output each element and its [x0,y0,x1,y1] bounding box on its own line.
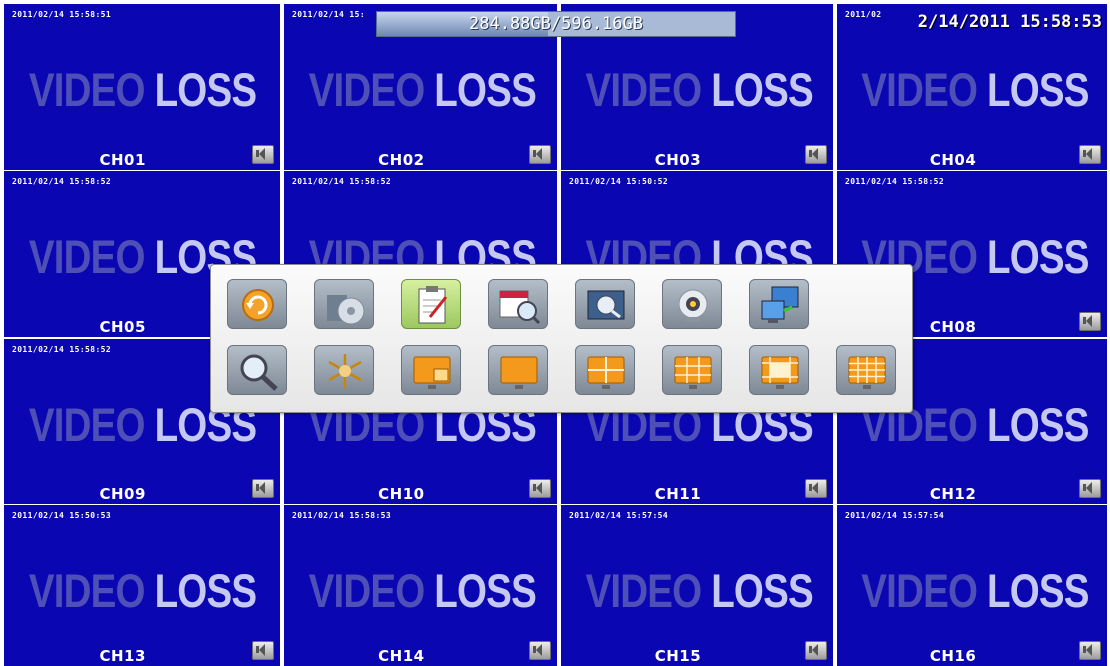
quad-layout-button[interactable] [575,345,635,395]
channel-name: CH01 [99,151,146,169]
channel-tile-ch13[interactable]: 2011/02/14 15:50:53 VIDEO LOSS CH13 [4,505,280,666]
backup-disc-icon [327,295,365,325]
channel-timestamp: 2011/02/14 15:57:54 [569,511,669,520]
speaker-icon[interactable] [1079,312,1101,331]
pip-layout-icon [413,356,451,389]
speaker-icon[interactable] [805,145,827,164]
channel-timestamp: 2011/02/14 15:58:52 [12,177,112,186]
channel-name: CH10 [378,485,425,503]
quick-menu-panel [210,264,913,413]
channel-timestamp: 2011/02/14 15:58:53 [292,511,392,520]
single-layout-icon [500,356,538,389]
channel-timestamp: 2011/02/14 15:58:52 [845,177,945,186]
channel-tile-ch14[interactable]: 2011/02/14 15:58:53 VIDEO LOSS CH14 [284,505,557,666]
channel-timestamp: 2011/02/14 15:50:52 [569,177,669,186]
quad-layout-icon [587,356,625,389]
playback-button[interactable] [227,279,287,329]
speaker-icon[interactable] [1079,641,1101,660]
camera-setup-button[interactable] [662,279,722,329]
channel-name: CH13 [99,647,146,665]
video-loss-label: VIDEO LOSS [861,63,1089,116]
channel-name: CH04 [929,151,977,169]
playback-icon [242,289,274,321]
freeze-button[interactable] [314,345,374,395]
speaker-icon[interactable] [529,479,551,498]
channel-timestamp: 2011/02/14 15:50:53 [12,511,112,520]
system-info-button[interactable] [575,279,635,329]
event-log-icon [418,286,448,324]
nine-layout-button[interactable] [662,345,722,395]
video-loss-label: VIDEO LOSS [308,564,537,617]
video-loss-label: VIDEO LOSS [308,63,537,116]
video-loss-label: VIDEO LOSS [585,564,813,617]
channel-tile-ch01[interactable]: 2011/02/14 15:58:51 VIDEO LOSS CH01 [4,4,280,170]
network-button[interactable] [749,279,809,329]
search-zoom-button[interactable] [227,345,287,395]
speaker-icon[interactable] [1079,479,1101,498]
twelve-layout-button[interactable] [749,345,809,395]
speaker-icon[interactable] [805,479,827,498]
speaker-icon[interactable] [529,145,551,164]
speaker-icon[interactable] [805,641,827,660]
hdd-usage-text: 284.88GB/596.16GB [469,14,643,34]
channel-timestamp: 2011/02/14 15:58:51 [12,10,112,19]
video-loss-label: VIDEO LOSS [28,564,257,617]
channel-name: CH16 [929,647,977,665]
pip-layout-button[interactable] [401,345,461,395]
speaker-icon[interactable] [252,479,274,498]
nine-layout-icon [674,356,712,389]
video-loss-label: VIDEO LOSS [585,63,813,116]
speaker-icon[interactable] [1079,145,1101,164]
channel-name: CH14 [378,647,425,665]
system-info-icon [587,290,625,320]
channel-timestamp: 2011/02/14 15:58:52 [12,345,112,354]
channel-timestamp: 2011/02/14 15:57:54 [845,511,945,520]
system-clock: 2/14/2011 15:58:53 [917,12,1102,32]
channel-name: CH03 [654,151,702,169]
channel-name: CH09 [99,485,146,503]
channel-timestamp: 2011/02 [845,10,882,19]
network-icon [761,286,799,323]
speaker-icon[interactable] [529,641,551,660]
twelve-layout-icon [761,356,799,389]
channel-name: CH02 [378,151,425,169]
channel-tile-ch15[interactable]: 2011/02/14 15:57:54 VIDEO LOSS CH15 [561,505,833,666]
event-log-button[interactable] [401,279,461,329]
backup-disc-button[interactable] [314,279,374,329]
search-calendar-icon [499,290,541,325]
sixteen-layout-button[interactable] [836,345,896,395]
speaker-icon[interactable] [252,145,274,164]
video-loss-label: VIDEO LOSS [861,564,1089,617]
channel-tile-ch16[interactable]: 2011/02/14 15:57:54 VIDEO LOSS CH16 [837,505,1107,666]
sixteen-layout-icon [848,356,886,389]
channel-timestamp: 2011/02/14 15: [292,10,366,19]
channel-name: CH15 [654,647,702,665]
channel-name: CH12 [929,485,977,503]
single-layout-button[interactable] [488,345,548,395]
hdd-usage-bar: 284.88GB/596.16GB [376,11,736,37]
search-zoom-icon [240,354,278,391]
camera-setup-icon [678,289,708,322]
video-loss-label: VIDEO LOSS [28,63,257,116]
channel-timestamp: 2011/02/14 15:58:52 [292,177,392,186]
freeze-icon [328,354,362,388]
search-calendar-button[interactable] [488,279,548,329]
speaker-icon[interactable] [252,641,274,660]
channel-name: CH05 [99,318,146,336]
channel-name: CH11 [654,485,702,503]
